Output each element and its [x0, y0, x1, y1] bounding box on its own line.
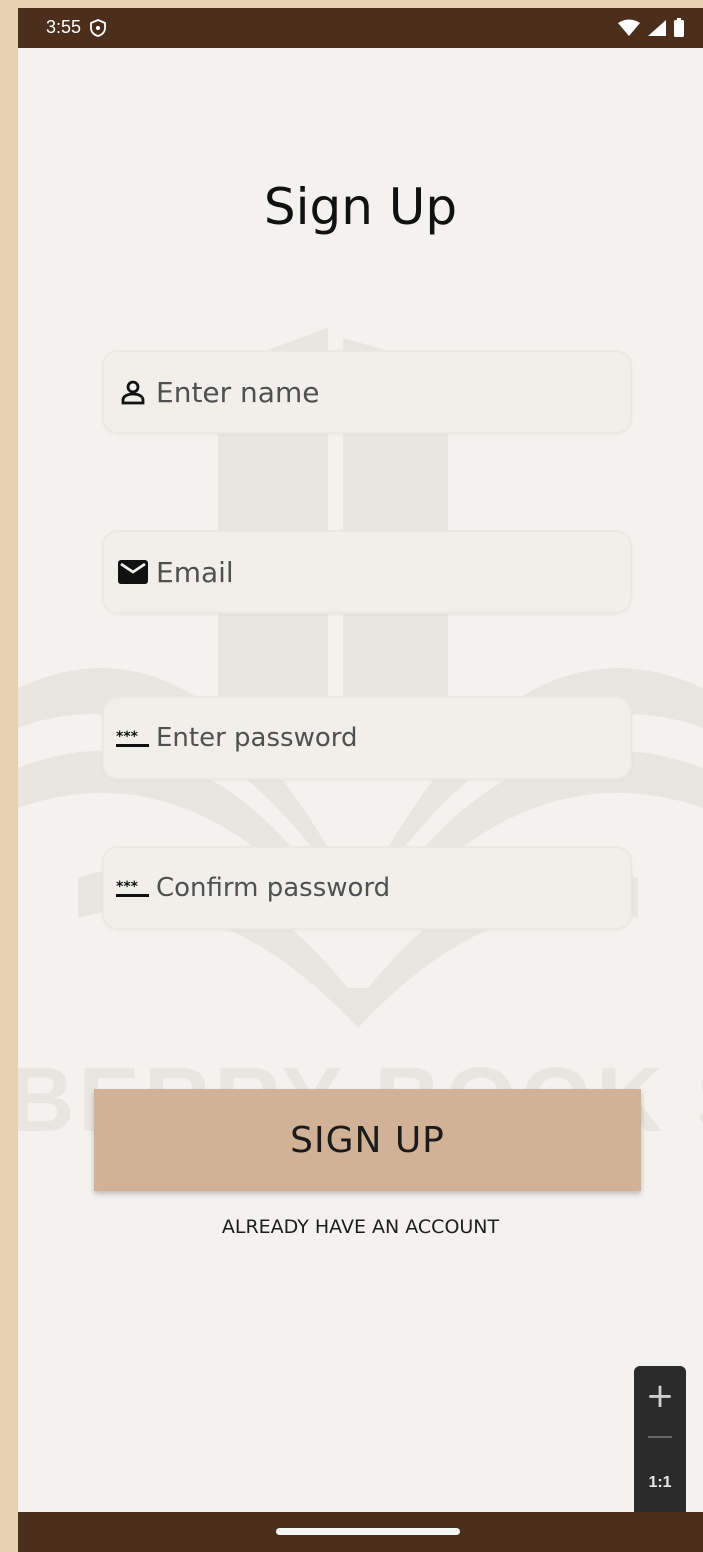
password-icon: *** [116, 873, 150, 903]
password-icon: *** [116, 723, 150, 753]
already-have-account-link[interactable]: ALREADY HAVE AN ACCOUNT [18, 1216, 703, 1238]
status-time: 3:55 [46, 17, 82, 37]
mail-icon [116, 557, 150, 587]
email-input[interactable] [156, 555, 630, 589]
password-input[interactable] [156, 723, 630, 753]
password-field[interactable]: *** [104, 698, 630, 778]
signal-icon [648, 20, 666, 36]
home-handle[interactable] [276, 1528, 460, 1535]
confirm-password-input[interactable] [156, 873, 630, 903]
wifi-icon [618, 19, 640, 36]
battery-icon [674, 18, 684, 37]
svg-text:***: *** [116, 729, 139, 745]
name-input[interactable] [156, 375, 630, 409]
name-field[interactable] [104, 352, 630, 432]
phone-screen: 3:55 BERRY BOOK STORE Sign Up [18, 8, 703, 1552]
confirm-password-field[interactable]: *** [104, 848, 630, 928]
zoom-reset-button[interactable]: 1:1 [634, 1474, 686, 1492]
status-bar: 3:55 [18, 8, 703, 48]
navigation-bar [18, 1512, 703, 1552]
email-field[interactable] [104, 532, 630, 612]
shield-icon [90, 19, 106, 37]
person-icon [116, 377, 150, 407]
status-icons [617, 18, 685, 38]
zoom-in-button[interactable]: + [634, 1376, 686, 1416]
zoom-out-button[interactable] [648, 1436, 672, 1438]
svg-text:***: *** [116, 879, 139, 895]
page-title: Sign Up [263, 178, 458, 236]
sign-up-button[interactable]: SIGN UP [94, 1089, 641, 1191]
